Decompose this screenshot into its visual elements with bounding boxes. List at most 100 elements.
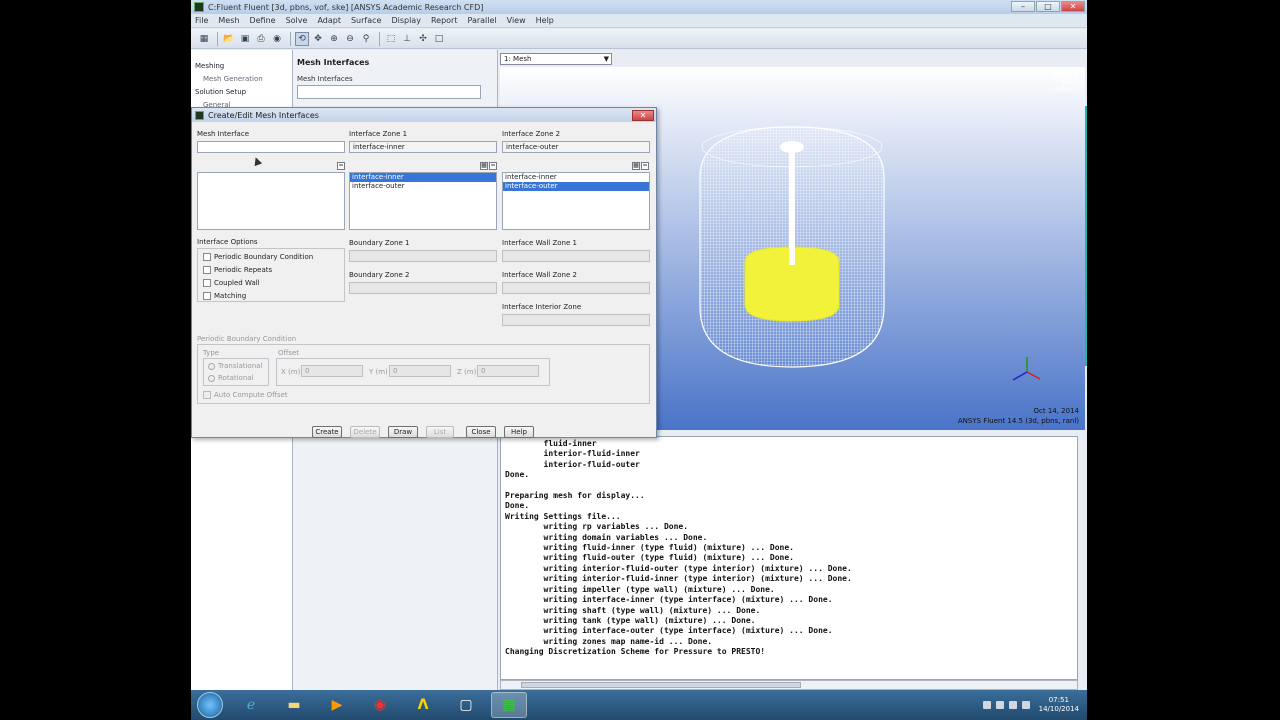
shaft-hub bbox=[780, 141, 804, 153]
zone2-list-controls: ▦ = bbox=[631, 162, 649, 170]
create-edit-mesh-interfaces-dialog: Create/Edit Mesh Interfaces ✕ Mesh Inter… bbox=[191, 107, 657, 438]
graphics-window-select[interactable]: 1: Mesh ▼ bbox=[500, 53, 612, 65]
dialog-help-button[interactable]: Help bbox=[504, 426, 534, 438]
task-page-title: Mesh Interfaces bbox=[297, 58, 370, 67]
zone1-item-interface-inner[interactable]: interface-inner bbox=[350, 173, 496, 182]
mesh-interface-label: Mesh Interface bbox=[197, 130, 249, 138]
toolbar: ▦ 📂 ▣ ⎙ ◉ ⟲ ✥ ⊕ ⊖ ⚲ ⬚ ⊥ ✣ □ bbox=[191, 29, 1087, 49]
offset-group: X (m) 0 Y (m) 0 Z (m) 0 bbox=[276, 358, 550, 386]
coupled-wall-checkbox[interactable]: Coupled Wall bbox=[203, 279, 260, 287]
chrome-icon[interactable]: ◉ bbox=[362, 692, 398, 718]
tray-arrow-icon[interactable] bbox=[982, 701, 991, 709]
menu-report[interactable]: Report bbox=[431, 16, 458, 25]
list-filter-icon[interactable]: = bbox=[489, 162, 497, 170]
network-icon[interactable] bbox=[995, 701, 1004, 709]
z-offset-input: 0 bbox=[477, 365, 539, 377]
windows-taskbar: ℯ ▬ ▶ ◉ Λ ▢ ▤ 07:51 14/10/2014 bbox=[191, 690, 1087, 720]
console-horizontal-scrollbar[interactable] bbox=[500, 680, 1078, 690]
media-player-icon[interactable]: ▶ bbox=[319, 692, 355, 718]
periodic-type-group: Translational Rotational bbox=[203, 358, 269, 386]
fit-icon[interactable]: ✣ bbox=[416, 32, 430, 46]
system-tray: 07:51 14/10/2014 bbox=[982, 696, 1087, 714]
zoom-in-icon[interactable]: ⊕ bbox=[327, 32, 341, 46]
viewport-icon[interactable]: □ bbox=[432, 32, 446, 46]
list-select-all-icon[interactable]: ▦ bbox=[480, 162, 488, 170]
nav-solution-setup[interactable]: Solution Setup bbox=[195, 86, 288, 99]
list-filter-icon[interactable]: = bbox=[337, 162, 345, 170]
matching-checkbox[interactable]: Matching bbox=[203, 292, 246, 300]
zone2-item-interface-outer[interactable]: interface-outer bbox=[503, 182, 649, 191]
zoom-box-icon[interactable]: ⬚ bbox=[384, 32, 398, 46]
console-output[interactable]: fluid-inner interior-fluid-inner interio… bbox=[500, 436, 1078, 680]
periodic-boundary-condition-checkbox[interactable]: Periodic Boundary Condition bbox=[203, 253, 313, 261]
print-icon[interactable]: ⎙ bbox=[254, 32, 268, 46]
scrollbar-thumb[interactable] bbox=[521, 682, 801, 688]
save-icon[interactable]: ▣ bbox=[238, 32, 252, 46]
menu-adapt[interactable]: Adapt bbox=[317, 16, 341, 25]
menu-file[interactable]: File bbox=[195, 16, 208, 25]
menu-solve[interactable]: Solve bbox=[286, 16, 308, 25]
rotational-radio[interactable]: Rotational bbox=[208, 374, 254, 382]
toolbar-separator bbox=[379, 31, 380, 46]
probe-icon[interactable]: ⚲ bbox=[359, 32, 373, 46]
title-bar: C:Fluent Fluent [3d, pbns, vof, ske] [AN… bbox=[191, 0, 1087, 14]
list-filter-icon[interactable]: = bbox=[641, 162, 649, 170]
y-offset-label: Y (m) bbox=[369, 368, 388, 376]
maximize-button[interactable]: □ bbox=[1036, 1, 1060, 12]
create-button[interactable]: Create bbox=[312, 426, 342, 438]
axis-icon[interactable]: ⊥ bbox=[400, 32, 414, 46]
close-button[interactable]: ✕ bbox=[1061, 1, 1085, 12]
right-edge-stripe bbox=[1085, 106, 1087, 366]
interface-zone1-field: interface-inner bbox=[349, 141, 497, 153]
zone1-item-interface-outer[interactable]: interface-outer bbox=[350, 182, 496, 191]
zoom-out-icon[interactable]: ⊖ bbox=[343, 32, 357, 46]
ansys-workbench-icon[interactable]: Λ bbox=[405, 692, 441, 718]
menu-display[interactable]: Display bbox=[391, 16, 421, 25]
help-icon[interactable]: ◉ bbox=[270, 32, 284, 46]
zone2-item-interface-inner[interactable]: interface-inner bbox=[503, 173, 649, 182]
interface-zone1-list[interactable]: interface-inner interface-outer bbox=[349, 172, 497, 230]
interface-options-group: Periodic Boundary Condition Periodic Rep… bbox=[197, 248, 345, 302]
x-offset-input: 0 bbox=[301, 365, 363, 377]
list-select-all-icon[interactable]: ▦ bbox=[632, 162, 640, 170]
mesh-interfaces-list[interactable] bbox=[297, 85, 481, 99]
start-button[interactable] bbox=[197, 692, 223, 718]
periodic-repeats-checkbox[interactable]: Periodic Repeats bbox=[203, 266, 272, 274]
open-file-icon[interactable]: 📂 bbox=[222, 32, 236, 46]
interface-zone2-list[interactable]: interface-inner interface-outer bbox=[502, 172, 650, 230]
boundary-zone1-label: Boundary Zone 1 bbox=[349, 239, 410, 247]
toolbar-separator bbox=[290, 31, 291, 46]
nav-mesh-generation[interactable]: Mesh Generation bbox=[195, 73, 288, 86]
fluent-taskbar-icon[interactable]: ▤ bbox=[491, 692, 527, 718]
clock-date: 14/10/2014 bbox=[1038, 705, 1079, 713]
draw-button[interactable]: Draw bbox=[388, 426, 418, 438]
translational-radio[interactable]: Translational bbox=[208, 362, 262, 370]
dialog-close-icon[interactable]: ✕ bbox=[632, 109, 654, 121]
menu-help[interactable]: Help bbox=[536, 16, 554, 25]
file-explorer-icon[interactable]: ▬ bbox=[276, 692, 312, 718]
menu-define[interactable]: Define bbox=[249, 16, 275, 25]
menu-surface[interactable]: Surface bbox=[351, 16, 381, 25]
system-clock[interactable]: 07:51 14/10/2014 bbox=[1039, 696, 1079, 714]
minimize-button[interactable]: – bbox=[1011, 1, 1035, 12]
menu-mesh[interactable]: Mesh bbox=[218, 16, 239, 25]
volume-icon[interactable] bbox=[1021, 701, 1030, 709]
mesh-interface-list[interactable] bbox=[197, 172, 345, 230]
dialog-close-button[interactable]: Close bbox=[466, 426, 496, 438]
mesh-interfaces-label: Mesh Interfaces bbox=[297, 75, 353, 83]
cd-icon[interactable]: ▦ bbox=[197, 32, 211, 46]
window-switcher-icon[interactable]: ▢ bbox=[448, 692, 484, 718]
select-icon[interactable]: ⟲ bbox=[295, 31, 309, 46]
nav-meshing[interactable]: Meshing bbox=[195, 60, 288, 73]
delete-button[interactable]: Delete bbox=[350, 426, 380, 438]
flag-icon[interactable] bbox=[1008, 701, 1017, 709]
internet-explorer-icon[interactable]: ℯ bbox=[233, 692, 269, 718]
menu-parallel[interactable]: Parallel bbox=[467, 16, 496, 25]
auto-compute-offset-checkbox[interactable]: Auto Compute Offset bbox=[203, 391, 288, 399]
menu-view[interactable]: View bbox=[507, 16, 526, 25]
mesh-interface-input[interactable] bbox=[197, 141, 345, 153]
list-button[interactable]: List bbox=[426, 426, 454, 438]
interface-zone1-label: Interface Zone 1 bbox=[349, 130, 408, 138]
interface-wall-zone2-field bbox=[502, 282, 650, 294]
move-icon[interactable]: ✥ bbox=[311, 32, 325, 46]
